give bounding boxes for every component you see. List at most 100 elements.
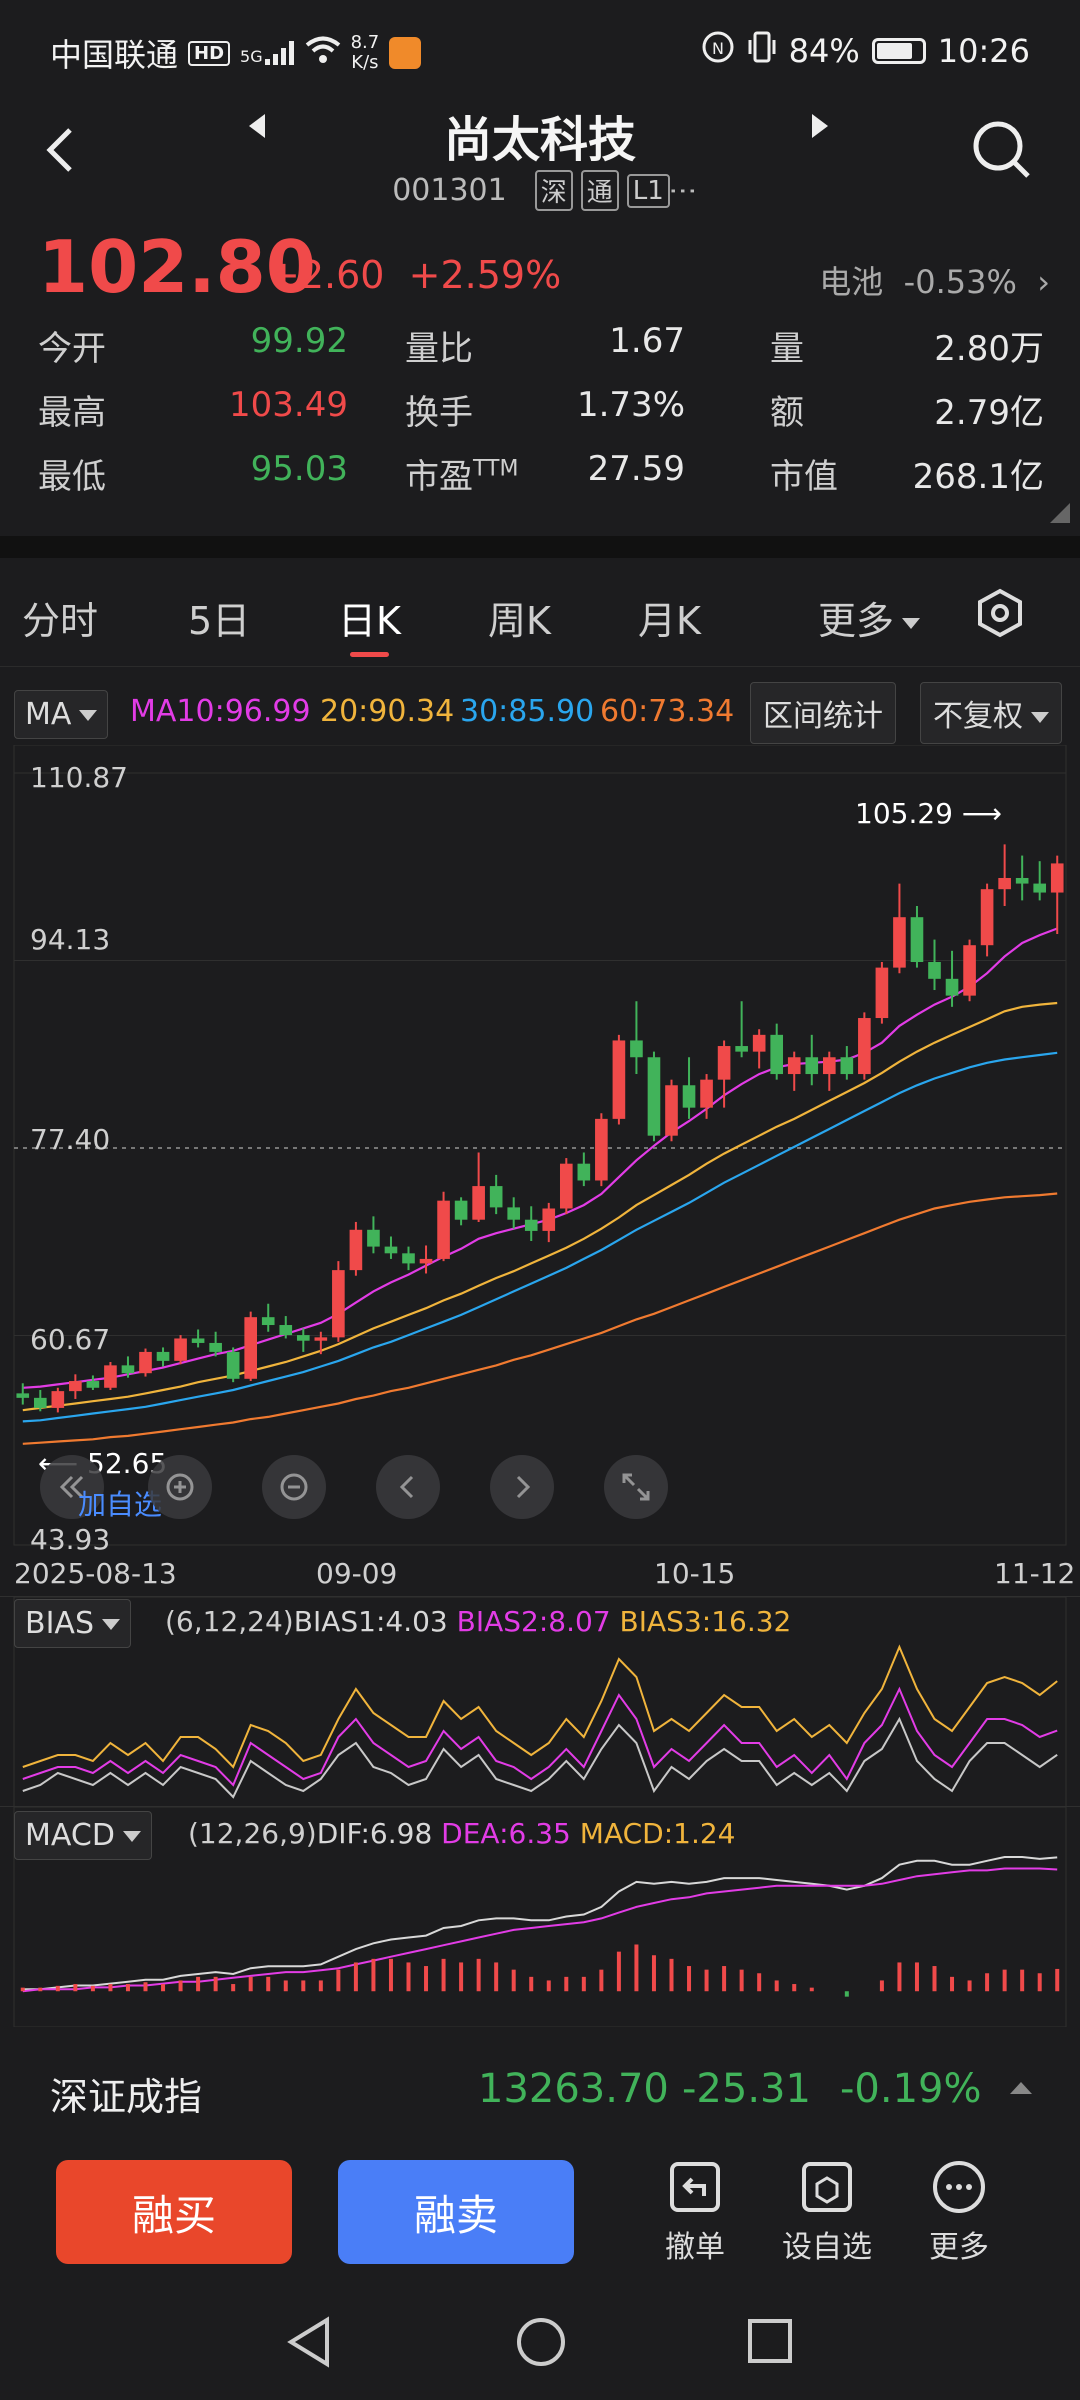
stat-pe-label: 市盈 <box>405 457 473 497</box>
range-stat-button[interactable]: 区间统计 <box>750 682 896 744</box>
sector-change: -0.53% <box>903 263 1017 301</box>
candle <box>735 1001 748 1058</box>
stat-pe: 市盈TTM 27.59 <box>405 449 685 498</box>
margin-buy-button[interactable]: 融买 <box>56 2160 292 2264</box>
stat-turnover-label: 换手 <box>405 393 473 433</box>
y-tick-label: 94.13 <box>30 923 111 956</box>
stat-open-value: 99.92 <box>250 321 348 361</box>
set-watchlist-button[interactable]: 设自选 <box>772 2158 882 2266</box>
stat-high-value: 103.49 <box>229 385 348 425</box>
net-speed: 8.7 K/s <box>351 33 380 73</box>
candle-body <box>1050 863 1064 893</box>
x-tick-label: 09-09 <box>316 1557 398 1590</box>
tab-weekly-k[interactable]: 周K <box>488 590 551 645</box>
candle-body <box>822 1057 836 1075</box>
bias-select[interactable]: BIAS <box>14 1599 131 1648</box>
cancel-order-button[interactable]: 撤单 <box>640 2158 750 2266</box>
candle-body <box>647 1057 661 1136</box>
bias-panel[interactable]: BIAS (6,12,24)BIAS1:4.03 BIAS2:8.07 BIAS… <box>0 1596 1080 1807</box>
candle-body <box>630 1040 643 1058</box>
ma30-label: 30:85.90 <box>460 694 595 729</box>
battery-icon <box>871 38 926 64</box>
candle <box>928 939 941 991</box>
candle-body <box>875 967 889 1019</box>
index-ticker-bar[interactable]: 深证成指 13263.70 -25.31 -0.19% <box>0 2030 1080 2150</box>
more-button[interactable]: 更多 <box>904 2158 1014 2266</box>
candle-body <box>454 1200 468 1220</box>
candle <box>86 1375 100 1391</box>
caret-up-icon[interactable] <box>1010 2082 1032 2094</box>
candle-body <box>998 877 1011 890</box>
macd-params: (12,26,9) <box>188 1817 317 1850</box>
caret-down-icon <box>102 1619 120 1630</box>
adjust-value: 不复权 <box>933 699 1023 734</box>
candle <box>156 1347 170 1367</box>
tag-connect: 通 <box>580 170 619 211</box>
macd-select-value: MACD <box>25 1818 115 1853</box>
bias3-label: BIAS3:16.32 <box>619 1605 792 1638</box>
carrier-label: 中国联通 <box>50 36 179 74</box>
hd-badge: HD <box>188 40 231 66</box>
nav-home-icon[interactable] <box>513 2314 569 2370</box>
candle <box>858 1012 871 1080</box>
candle <box>419 1245 433 1274</box>
candle-body <box>121 1365 135 1374</box>
adjust-select[interactable]: 不复权 <box>920 682 1062 744</box>
candle-body <box>612 1040 626 1119</box>
zoom-in-button[interactable] <box>148 1455 212 1519</box>
expand-corner-icon[interactable] <box>1050 503 1070 523</box>
related-sector[interactable]: 电池 -0.53% › <box>819 257 1050 303</box>
tab-monthly-k[interactable]: 月K <box>638 590 701 645</box>
candle-body <box>86 1381 100 1388</box>
set-watchlist-label: 设自选 <box>782 2230 872 2265</box>
candle-body <box>735 1046 748 1052</box>
candle-body <box>980 889 994 946</box>
kline-chart-area[interactable]: 110.87 94.13 77.40 60.67 43.93 105.29 ⟶ … <box>0 744 1080 1590</box>
macd-panel[interactable]: MACD (12,26,9)DIF:6.98 DEA:6.35 MACD:1.2… <box>0 1806 1080 2027</box>
candle-body <box>489 1186 503 1208</box>
macd-select[interactable]: MACD <box>14 1811 152 1860</box>
margin-sell-button[interactable]: 融卖 <box>338 2160 574 2264</box>
zoom-out-button[interactable] <box>262 1455 326 1519</box>
candle-body <box>314 1337 328 1341</box>
candle-body <box>1015 877 1029 884</box>
tab-5day[interactable]: 5日 <box>188 590 250 645</box>
tab-daily-k[interactable]: 日K <box>338 590 401 657</box>
bias-params: (6,12,24) <box>165 1605 294 1638</box>
candle-body <box>963 945 976 996</box>
candle <box>104 1361 117 1391</box>
candle-body <box>69 1381 82 1392</box>
macd-legend: (12,26,9)DIF:6.98 DEA:6.35 MACD:1.24 <box>188 1817 736 1850</box>
candle <box>963 939 976 1002</box>
high-marker: 105.29 ⟶ <box>855 797 1002 830</box>
tab-intraday[interactable]: 分时 <box>22 590 98 645</box>
candle <box>191 1329 205 1348</box>
stat-mcap-value: 268.1亿 <box>912 457 1044 497</box>
tab-more-label: 更多 <box>818 599 895 643</box>
candle <box>612 1034 626 1125</box>
candle <box>752 1029 766 1069</box>
candle <box>384 1236 398 1259</box>
more-dots-icon[interactable]: ⋮ <box>667 177 700 205</box>
fullscreen-button[interactable] <box>604 1455 668 1519</box>
nav-recents-icon[interactable] <box>745 2316 795 2366</box>
scroll-left-button[interactable] <box>376 1455 440 1519</box>
candle-body <box>437 1200 450 1259</box>
stat-vol-value: 2.80万 <box>934 329 1044 369</box>
candle <box>980 883 994 957</box>
candle <box>595 1113 608 1187</box>
chevron-left-icon <box>399 1475 414 1499</box>
candle-body <box>261 1317 275 1326</box>
candle-body <box>419 1258 433 1264</box>
tab-more[interactable]: 更多 <box>818 590 921 645</box>
candle <box>437 1191 450 1262</box>
bias1-label: BIAS1:4.03 <box>293 1605 448 1638</box>
main-indicator-select[interactable]: MA <box>14 690 109 739</box>
main-indicator-value: MA <box>25 697 72 732</box>
next-stock-button[interactable] <box>808 112 832 144</box>
candle-body <box>51 1391 65 1408</box>
nav-back-icon[interactable] <box>283 2314 335 2370</box>
candle-body <box>191 1338 205 1343</box>
settings-button[interactable] <box>975 588 1025 642</box>
scroll-right-button[interactable] <box>490 1455 554 1519</box>
